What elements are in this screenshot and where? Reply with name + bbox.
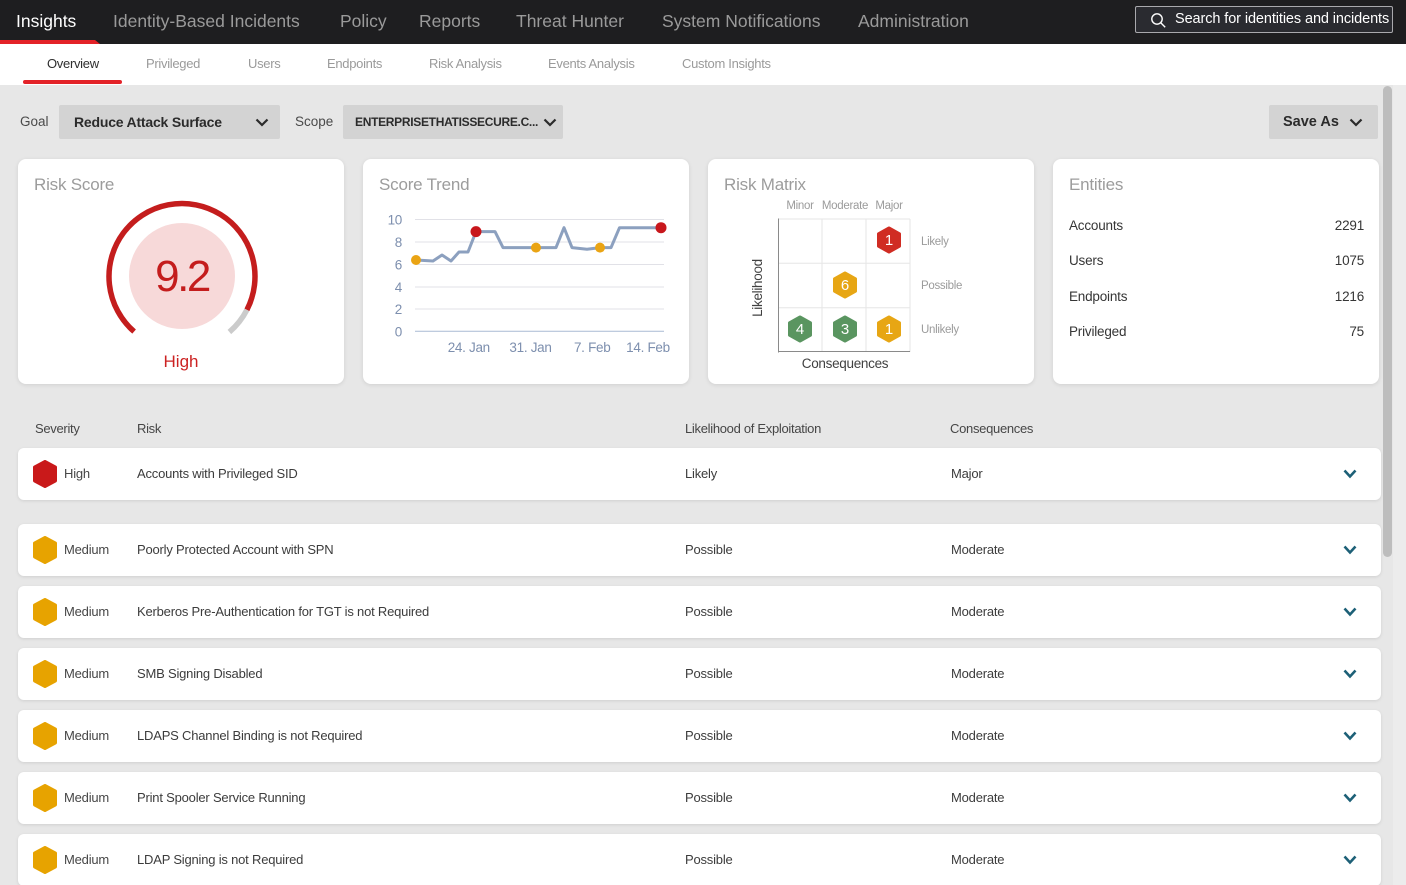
svg-text:14. Feb: 14. Feb bbox=[626, 340, 670, 355]
svg-text:1: 1 bbox=[885, 321, 893, 338]
svg-text:31. Jan: 31. Jan bbox=[509, 340, 551, 355]
svg-text:Possible: Possible bbox=[921, 280, 962, 292]
svg-text:24. Jan: 24. Jan bbox=[448, 340, 490, 355]
svg-text:4: 4 bbox=[796, 321, 804, 338]
svg-text:Consequences: Consequences bbox=[802, 356, 889, 371]
svg-text:Major: Major bbox=[875, 200, 903, 212]
svg-text:2: 2 bbox=[395, 302, 402, 317]
svg-text:Minor: Minor bbox=[786, 200, 814, 212]
svg-text:1: 1 bbox=[885, 232, 893, 249]
svg-text:3: 3 bbox=[841, 321, 849, 338]
svg-text:7. Feb: 7. Feb bbox=[574, 340, 610, 355]
svg-text:8: 8 bbox=[395, 235, 402, 250]
svg-text:6: 6 bbox=[395, 258, 402, 273]
svg-text:10: 10 bbox=[388, 213, 402, 228]
svg-text:Likelihood: Likelihood bbox=[750, 259, 765, 317]
svg-text:0: 0 bbox=[395, 324, 402, 339]
svg-text:9.2: 9.2 bbox=[155, 252, 210, 301]
svg-text:Moderate: Moderate bbox=[822, 200, 868, 212]
svg-text:4: 4 bbox=[395, 280, 403, 295]
svg-text:High: High bbox=[164, 352, 199, 371]
svg-text:Unlikely: Unlikely bbox=[921, 324, 959, 336]
svg-text:6: 6 bbox=[841, 277, 849, 294]
svg-text:Likely: Likely bbox=[921, 236, 949, 248]
